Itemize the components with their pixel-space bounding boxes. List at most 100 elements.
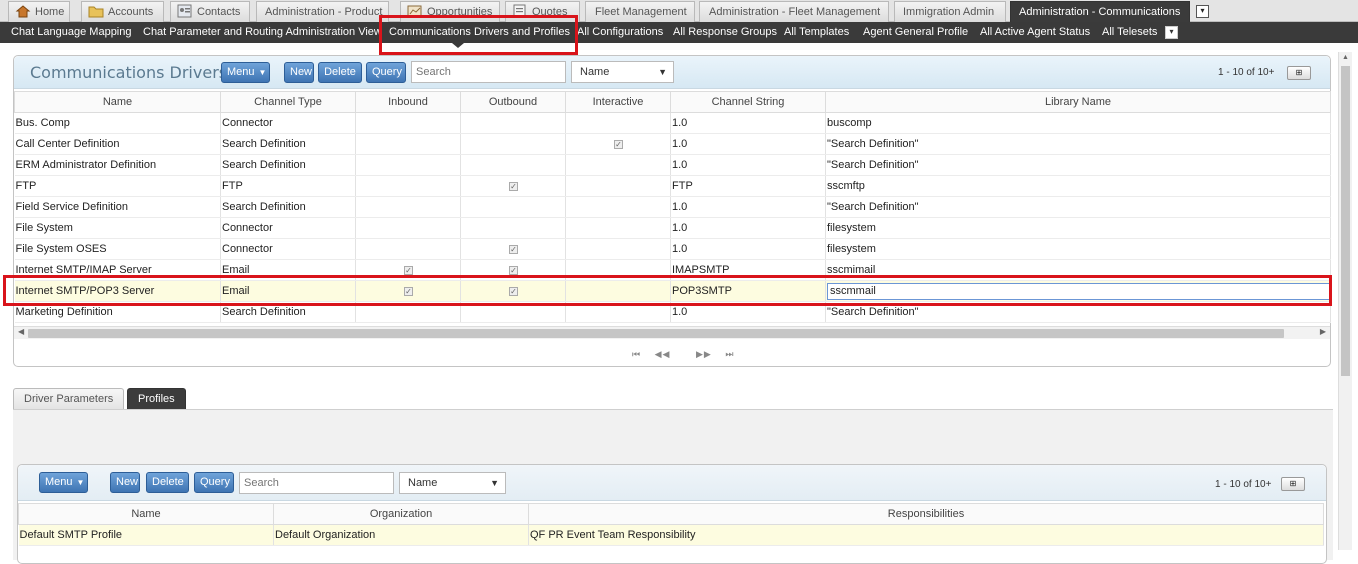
interactive-cell[interactable]	[565, 175, 671, 197]
name-cell[interactable]: ERM Administrator Definition	[14, 154, 221, 176]
table-row[interactable]: Default SMTP Profile Default Organization…	[18, 524, 1324, 546]
scroll-left-icon[interactable]: ◀	[18, 327, 24, 336]
library-name-cell[interactable]: "Search Definition"	[825, 133, 1331, 155]
name-cell[interactable]: Field Service Definition	[14, 196, 221, 218]
library-name-cell[interactable]: filesystem	[825, 238, 1331, 260]
tab-immigration-admin[interactable]: Immigration Admin	[894, 1, 1006, 22]
column-header-outbound[interactable]: Outbound	[460, 91, 566, 113]
channel-type-cell[interactable]: Connector	[220, 217, 356, 239]
library-name-cell[interactable]: sscmftp	[825, 175, 1331, 197]
column-header-interactive[interactable]: Interactive	[565, 91, 671, 113]
outbound-cell[interactable]	[460, 196, 566, 218]
column-header-inbound[interactable]: Inbound	[355, 91, 461, 113]
menu-button[interactable]: Menu ▼	[221, 62, 270, 83]
library-name-cell[interactable]: filesystem	[825, 217, 1331, 239]
view-link-agent-general-profile[interactable]: Agent General Profile	[863, 22, 968, 43]
channel-string-cell[interactable]: FTP	[670, 175, 826, 197]
name-cell[interactable]: File System	[14, 217, 221, 239]
profiles-delete-button[interactable]: Delete	[146, 472, 189, 493]
profile-name-cell[interactable]: Default SMTP Profile	[18, 524, 274, 546]
table-row[interactable]: FTP FTP ✓ FTP sscmftp	[14, 175, 1331, 197]
view-link-all-templates[interactable]: All Templates	[784, 22, 849, 43]
view-link-all-configurations[interactable]: All Configurations	[577, 22, 663, 43]
new-button[interactable]: New	[284, 62, 314, 83]
interactive-cell[interactable]: ✓	[565, 133, 671, 155]
channel-type-cell[interactable]: Search Definition	[220, 133, 356, 155]
tab-administration-fleet-management[interactable]: Administration - Fleet Management	[699, 1, 889, 22]
channel-string-cell[interactable]: 1.0	[670, 238, 826, 260]
column-header-organization[interactable]: Organization	[273, 503, 529, 525]
search-field-select[interactable]: Name ▼	[571, 61, 674, 83]
column-header-name[interactable]: Name	[14, 91, 221, 113]
subtab-profiles[interactable]: Profiles	[127, 388, 186, 409]
previous-page-icon[interactable]: ◀◀	[655, 349, 671, 359]
table-row[interactable]: File System OSES Connector ✓ 1.0 filesystem	[14, 238, 1331, 260]
more-views-button[interactable]: ▾	[1165, 26, 1178, 39]
tab-contacts[interactable]: Contacts	[170, 1, 250, 22]
profiles-query-button[interactable]: Query	[194, 472, 234, 493]
checkbox-checked-icon[interactable]: ✓	[509, 266, 518, 275]
tab-administration-product[interactable]: Administration - Product	[256, 1, 389, 22]
view-link-all-response-groups[interactable]: All Response Groups	[673, 22, 777, 43]
name-cell[interactable]: FTP	[14, 175, 221, 197]
profiles-new-button[interactable]: New	[110, 472, 140, 493]
checkbox-checked-icon[interactable]: ✓	[509, 245, 518, 254]
channel-string-cell[interactable]: 1.0	[670, 154, 826, 176]
library-name-cell[interactable]: "Search Definition"	[825, 154, 1331, 176]
record-count-toggle-button[interactable]: ⊞	[1287, 66, 1311, 80]
checkbox-checked-icon[interactable]: ✓	[404, 266, 413, 275]
library-name-cell[interactable]: buscomp	[825, 112, 1331, 134]
interactive-cell[interactable]	[565, 196, 671, 218]
scroll-up-icon[interactable]: ▲	[1342, 54, 1349, 61]
tab-accounts[interactable]: Accounts	[81, 1, 164, 22]
checkbox-checked-icon[interactable]: ✓	[509, 182, 518, 191]
channel-string-cell[interactable]: 1.0	[670, 196, 826, 218]
table-row[interactable]: File System Connector 1.0 filesystem	[14, 217, 1331, 239]
inbound-cell[interactable]	[355, 217, 461, 239]
inbound-cell[interactable]	[355, 133, 461, 155]
channel-type-cell[interactable]: Connector	[220, 112, 356, 134]
table-row[interactable]: Field Service Definition Search Definitio…	[14, 196, 1331, 218]
column-header-library-name[interactable]: Library Name	[825, 91, 1331, 113]
query-button[interactable]: Query	[366, 62, 406, 83]
table-row[interactable]: ERM Administrator Definition Search Defin…	[14, 154, 1331, 176]
channel-type-cell[interactable]: Search Definition	[220, 154, 356, 176]
inbound-cell[interactable]	[355, 175, 461, 197]
name-cell[interactable]: Bus. Comp	[14, 112, 221, 134]
profiles-search-field-select[interactable]: Name ▼	[399, 472, 506, 494]
channel-type-cell[interactable]: FTP	[220, 175, 356, 197]
profiles-menu-button[interactable]: Menu ▼	[39, 472, 88, 493]
profiles-search-input[interactable]	[239, 472, 394, 494]
column-header-profile-name[interactable]: Name	[18, 503, 274, 525]
outbound-cell[interactable]	[460, 133, 566, 155]
interactive-cell[interactable]	[565, 112, 671, 134]
responsibilities-cell[interactable]: QF PR Event Team Responsibility	[528, 524, 1324, 546]
channel-string-cell[interactable]: 1.0	[670, 133, 826, 155]
view-link-all-telesets[interactable]: All Telesets	[1102, 22, 1157, 43]
view-link-chat-parameter-routing[interactable]: Chat Parameter and Routing Administratio…	[143, 22, 382, 43]
first-page-icon[interactable]: ⏮	[632, 349, 641, 359]
page-vertical-scrollbar[interactable]: ▲	[1338, 52, 1352, 550]
search-input[interactable]	[411, 61, 566, 83]
table-row[interactable]: Bus. Comp Connector 1.0 buscomp	[14, 112, 1331, 134]
channel-type-cell[interactable]: Search Definition	[220, 196, 356, 218]
interactive-cell[interactable]	[565, 238, 671, 260]
tab-home[interactable]: Home	[8, 1, 70, 22]
outbound-cell[interactable]: ✓	[460, 175, 566, 197]
outbound-cell[interactable]	[460, 154, 566, 176]
subtab-driver-parameters[interactable]: Driver Parameters	[13, 388, 125, 409]
tab-administration-communications[interactable]: Administration - Communications	[1010, 1, 1190, 22]
tab-fleet-management[interactable]: Fleet Management	[585, 1, 695, 22]
library-name-cell[interactable]: "Search Definition"	[825, 196, 1331, 218]
column-header-responsibilities[interactable]: Responsibilities	[528, 503, 1324, 525]
name-cell[interactable]: Call Center Definition	[14, 133, 221, 155]
profiles-record-count-toggle[interactable]: ⊞	[1281, 477, 1305, 491]
view-link-all-active-agent-status[interactable]: All Active Agent Status	[980, 22, 1090, 43]
inbound-cell[interactable]	[355, 196, 461, 218]
interactive-cell[interactable]	[565, 217, 671, 239]
horizontal-scrollbar[interactable]: ◀ ▶	[14, 326, 1330, 339]
scroll-right-icon[interactable]: ▶	[1320, 327, 1326, 336]
outbound-cell[interactable]	[460, 112, 566, 134]
checkbox-checked-icon[interactable]: ✓	[614, 140, 623, 149]
horizontal-scroll-thumb[interactable]	[28, 329, 1284, 338]
